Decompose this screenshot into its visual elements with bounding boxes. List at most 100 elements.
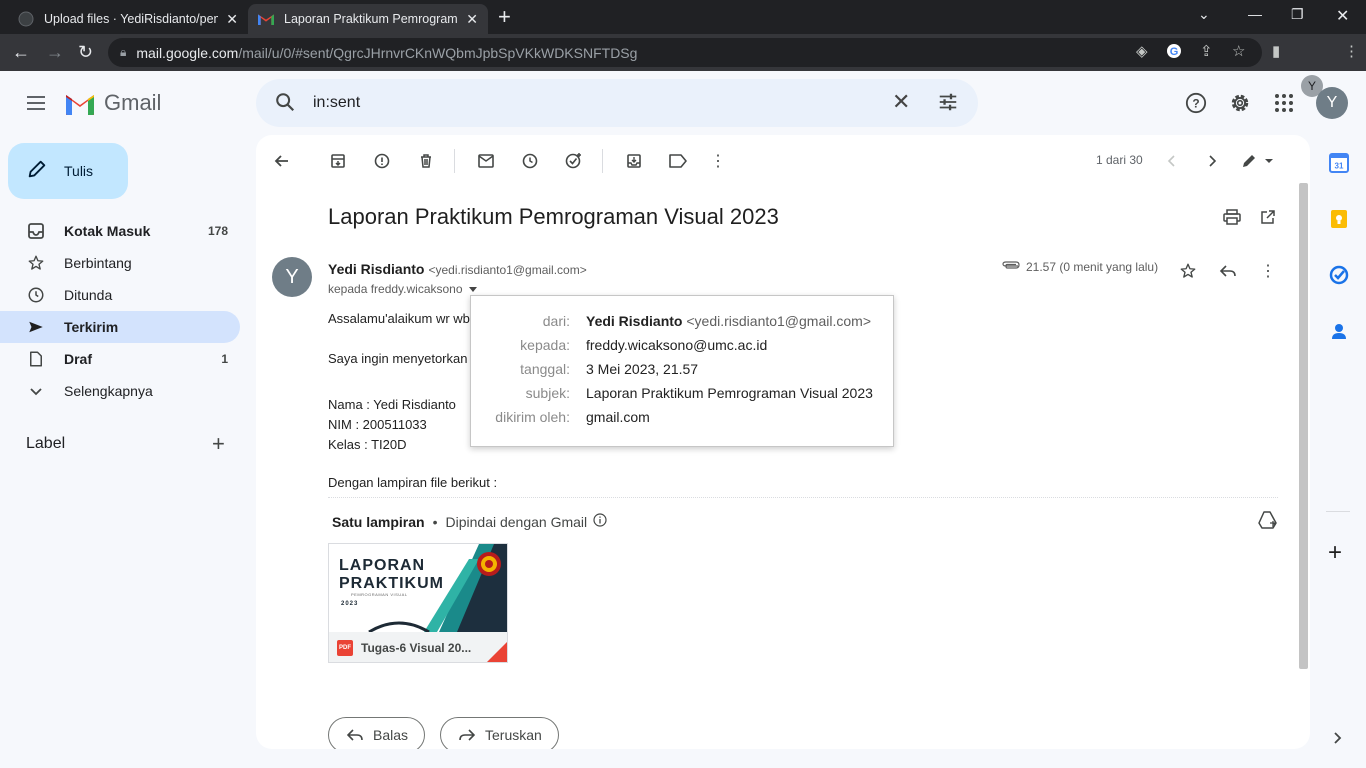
thumbnail-title-line1: LAPORAN	[339, 557, 426, 574]
chevron-left-icon[interactable]	[1162, 151, 1182, 171]
label-tag-icon[interactable]	[668, 151, 688, 171]
add-task-icon[interactable]	[564, 151, 584, 171]
keep-icon[interactable]	[1329, 209, 1349, 229]
snooze-clock-icon[interactable]	[520, 151, 540, 171]
search-options-icon[interactable]	[937, 91, 959, 118]
close-tab-icon[interactable]: ✕	[466, 11, 478, 28]
forward-button[interactable]: Teruskan	[440, 717, 559, 749]
popup-value: freddy.wicaksono@umc.ac.id	[586, 337, 768, 353]
main-menu-icon[interactable]	[24, 92, 48, 116]
sidebar-item-drafts[interactable]: Draf 1	[0, 343, 240, 375]
eye-off-icon[interactable]: ◈	[1136, 43, 1148, 61]
scrollbar-thumb[interactable]	[1299, 183, 1308, 669]
forward-label: Teruskan	[485, 727, 542, 743]
caret-down-icon[interactable]	[468, 287, 477, 293]
github-icon	[18, 11, 34, 27]
recipient-details-toggle[interactable]: kepada freddy.wicaksono	[328, 282, 477, 296]
reply-arrow-icon	[347, 729, 363, 741]
attachment-corner-fold	[487, 642, 507, 662]
pagination-text: 1 dari 30	[1096, 153, 1143, 167]
star-message-icon[interactable]	[1176, 259, 1200, 283]
help-icon[interactable]: ?	[1184, 91, 1208, 115]
sidebar-item-more[interactable]: Selengkapnya	[0, 375, 240, 407]
reply-button[interactable]: Balas	[328, 717, 426, 749]
sidebar-item-snoozed[interactable]: Ditunda	[0, 279, 240, 311]
popup-key: kepada:	[520, 337, 570, 353]
tab-gmail-laporan[interactable]: Laporan Praktikum Pemrograman ✕	[248, 4, 488, 34]
forward-arrow-icon[interactable]: →	[46, 42, 64, 62]
back-to-list-icon[interactable]	[272, 151, 292, 171]
minimize-icon[interactable]: —	[1248, 6, 1262, 22]
star-icon	[26, 253, 46, 273]
message-details-popup: dari: Yedi Risdianto <yedi.risdianto1@gm…	[470, 295, 894, 447]
attachment-footer: PDF Tugas-6 Visual 20...	[329, 632, 507, 662]
close-tab-icon[interactable]: ✕	[226, 11, 238, 28]
tab-upload-files[interactable]: Upload files · YediRisdianto/pem ✕	[8, 4, 248, 34]
delete-trash-icon[interactable]	[416, 151, 436, 171]
forward-arrow-icon	[459, 729, 475, 741]
url-omnibox[interactable]: 🔒︎ mail.google.com/mail/u/0/#sent/QgrcJH…	[108, 38, 1262, 67]
compose-button[interactable]: Tulis	[8, 143, 128, 199]
sidebar-item-inbox[interactable]: Kotak Masuk 178	[0, 215, 240, 247]
attachment-card[interactable]: LAPORAN PRAKTIKUM PEMROGRAMAN VISUAL 202…	[328, 543, 508, 663]
move-to-icon[interactable]	[624, 151, 644, 171]
new-tab-icon[interactable]: +	[498, 6, 511, 28]
restore-icon[interactable]: ❐	[1291, 6, 1304, 23]
google-apps-icon[interactable]	[1272, 91, 1296, 115]
side-panel-icon[interactable]: ▮	[1272, 43, 1280, 61]
settings-gear-icon[interactable]	[1228, 91, 1252, 115]
gmail-wordmark: Gmail	[104, 90, 162, 115]
clear-search-icon[interactable]: ✕	[892, 91, 910, 113]
reply-label: Balas	[373, 727, 409, 743]
popup-key: dari:	[542, 313, 570, 329]
add-to-drive-icon[interactable]	[1258, 511, 1278, 534]
archive-icon[interactable]	[328, 151, 348, 171]
share-icon[interactable]: ⇪	[1200, 43, 1213, 61]
open-new-window-icon[interactable]	[1258, 207, 1278, 227]
close-window-icon[interactable]: ✕	[1336, 6, 1349, 26]
browser-menu-icon[interactable]: ⋮	[1344, 43, 1359, 61]
tab-search-chevron-icon[interactable]: ⌄	[1198, 6, 1210, 23]
get-addons-plus-icon[interactable]: +	[1328, 541, 1342, 565]
mark-unread-icon[interactable]	[476, 151, 496, 171]
send-icon	[26, 317, 46, 337]
print-icon[interactable]	[1222, 207, 1242, 227]
add-label-icon[interactable]: +	[212, 431, 225, 457]
sidebar-item-label: Berbintang	[64, 255, 132, 271]
more-options-icon[interactable]: ⋮	[708, 151, 728, 171]
gmail-logo[interactable]: Gmail	[64, 90, 161, 116]
reload-icon[interactable]: ↻	[78, 42, 93, 62]
info-icon[interactable]	[593, 513, 607, 530]
back-arrow-icon[interactable]: ←	[12, 42, 30, 62]
sidebar-item-starred[interactable]: Berbintang	[0, 247, 240, 279]
svg-text:?: ?	[1192, 97, 1199, 111]
sender-avatar[interactable]: Y	[272, 257, 312, 297]
bookmark-star-icon[interactable]: ☆	[1232, 43, 1245, 61]
chevron-right-icon[interactable]	[1202, 151, 1222, 171]
search-bar[interactable]: in:sent ✕	[256, 79, 978, 127]
message-meta: 21.57 (0 menit yang lalu)	[1002, 260, 1158, 274]
google-lens-icon[interactable]: G	[1166, 43, 1182, 64]
popup-row-from: dari: Yedi Risdianto <yedi.risdianto1@gm…	[471, 313, 895, 337]
popup-value: Yedi Risdianto <yedi.risdianto1@gmail.co…	[586, 313, 871, 329]
chevron-down-icon	[26, 381, 46, 401]
input-tools-pencil-icon[interactable]	[1240, 151, 1276, 171]
labels-header: Label	[26, 435, 66, 452]
popup-row-to: kepada: freddy.wicaksono@umc.ac.id	[471, 337, 895, 361]
contacts-icon[interactable]	[1329, 321, 1349, 341]
expand-side-panel-icon[interactable]	[1332, 731, 1342, 750]
sidebar-item-label: Selengkapnya	[64, 383, 153, 399]
tasks-icon[interactable]	[1329, 265, 1349, 285]
search-input[interactable]: in:sent	[313, 94, 360, 112]
report-spam-icon[interactable]	[372, 151, 392, 171]
account-avatar[interactable]: Y	[1316, 87, 1348, 119]
search-icon[interactable]	[274, 91, 296, 118]
sender-name[interactable]: Yedi Risdianto	[328, 261, 424, 277]
more-message-options-icon[interactable]: ⋮	[1256, 259, 1280, 283]
sidebar-item-sent[interactable]: Terkirim	[0, 311, 240, 343]
popup-row-mailed-by: dikirim oleh: gmail.com	[471, 409, 895, 433]
reply-icon[interactable]	[1216, 259, 1240, 283]
popup-key: dikirim oleh:	[495, 409, 570, 425]
calendar-icon[interactable]: 31	[1329, 153, 1349, 173]
attachment-divider	[328, 497, 1278, 498]
